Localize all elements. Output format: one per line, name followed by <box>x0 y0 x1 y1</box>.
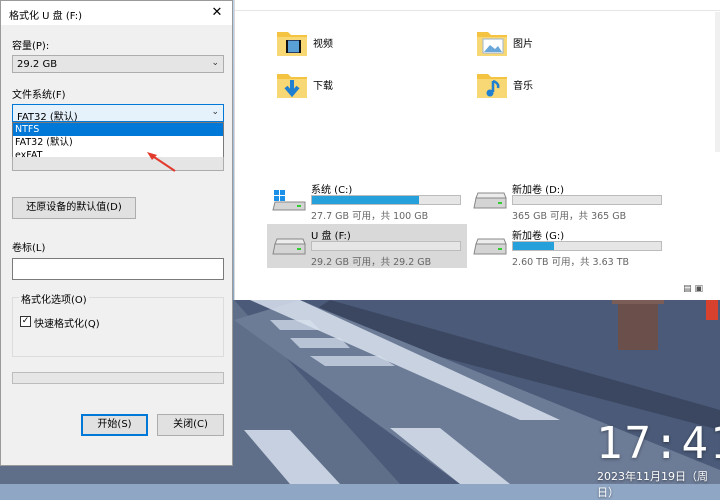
close-button[interactable]: 关闭(C) <box>157 414 224 436</box>
drive-name: U 盘 (F:) <box>311 231 351 242</box>
filesystem-option-ntfs[interactable]: NTFS <box>13 123 223 136</box>
desktop-clock-date: 2023年11月19日（周日） <box>597 470 708 499</box>
volume-label-input[interactable] <box>12 258 224 280</box>
drive-usage-fill <box>513 242 555 250</box>
dialog-titlebar[interactable]: 格式化 U 盘 (F:) ✕ <box>1 1 232 25</box>
restore-defaults-button[interactable]: 还原设备的默认值(D) <box>12 197 136 219</box>
hard-drive-icon <box>473 238 507 255</box>
capacity-value: 29.2 GB <box>17 59 58 70</box>
vertical-scrollbar[interactable] <box>715 12 720 152</box>
format-options-group: 格式化选项(O) ✓ 快速格式化(Q) <box>12 291 224 357</box>
start-button[interactable]: 开始(S) <box>81 414 148 436</box>
quick-format-checkbox[interactable]: ✓ <box>20 316 31 327</box>
close-icon[interactable]: ✕ <box>208 4 226 22</box>
drive-name: 系统 (C:) <box>311 185 353 196</box>
drive-space-text: 2.60 TB 可用，共 3.63 TB <box>512 257 630 268</box>
drive-usage-bar <box>512 195 662 205</box>
usb-drive-icon <box>272 238 306 255</box>
dialog-title: 格式化 U 盘 (F:) <box>9 11 83 22</box>
filesystem-value: FAT32 (默认) <box>17 112 78 123</box>
filesystem-option-fat32[interactable]: FAT32 (默认) <box>13 136 223 149</box>
drive-space-text: 27.7 GB 可用，共 100 GB <box>311 211 429 222</box>
filesystem-label: 文件系统(F) <box>12 90 66 101</box>
view-mode-toggle[interactable]: ▤ ▣ <box>683 284 703 294</box>
folder-name: 图片 <box>513 39 533 50</box>
drive-item-d[interactable]: 新加卷 (D:) 365 GB 可用，共 365 GB <box>468 178 668 222</box>
drive-usage-fill <box>312 196 419 204</box>
music-folder-icon <box>477 74 507 98</box>
format-dialog: 格式化 U 盘 (F:) ✕ 容量(P): 29.2 GB ⌄ 文件系统(F) … <box>0 0 233 466</box>
drive-item-g[interactable]: 新加卷 (G:) 2.60 TB 可用，共 3.63 TB <box>468 224 668 268</box>
folder-item-downloads[interactable]: 下载 <box>275 68 435 108</box>
folder-item-music[interactable]: 音乐 <box>475 68 635 108</box>
capacity-label: 容量(P): <box>12 41 50 52</box>
file-explorer-window: 视频 图片 下载 音乐 系统 (C:) 27.7 GB 可用，共 100 GB … <box>234 0 720 300</box>
allocation-unit-select[interactable] <box>12 157 224 171</box>
folder-name: 音乐 <box>513 81 533 92</box>
drive-space-text: 365 GB 可用，共 365 GB <box>512 211 627 222</box>
filesystem-select[interactable]: FAT32 (默认) ⌄ <box>12 104 224 123</box>
volume-label-label: 卷标(L) <box>12 243 46 254</box>
hard-drive-icon <box>473 192 507 209</box>
video-folder-icon <box>277 32 307 56</box>
drive-item-c[interactable]: 系统 (C:) 27.7 GB 可用，共 100 GB <box>267 178 467 222</box>
format-progress-bar <box>12 372 224 384</box>
details-view-icon[interactable]: ▤ <box>683 284 692 294</box>
drive-usage-bar <box>311 241 461 251</box>
folder-name: 下载 <box>313 81 333 92</box>
drive-usage-bar <box>311 195 461 205</box>
tiles-view-icon[interactable]: ▣ <box>694 284 703 294</box>
red-annotation-arrow <box>147 152 176 172</box>
folder-item-pictures[interactable]: 图片 <box>475 26 635 66</box>
drive-name: 新加卷 (G:) <box>512 231 565 242</box>
toolbar-divider <box>235 10 720 11</box>
drive-item-f[interactable]: U 盘 (F:) 29.2 GB 可用，共 29.2 GB <box>267 224 467 268</box>
format-options-title: 格式化选项(O) <box>19 291 89 306</box>
drive-space-text: 29.2 GB 可用，共 29.2 GB <box>311 257 432 268</box>
capacity-select[interactable]: 29.2 GB ⌄ <box>12 55 224 73</box>
folder-item-videos[interactable]: 视频 <box>275 26 435 66</box>
drive-name: 新加卷 (D:) <box>512 185 565 196</box>
downloads-folder-icon <box>277 74 307 98</box>
drive-usage-bar <box>512 241 662 251</box>
chevron-down-icon: ⌄ <box>211 58 219 68</box>
quick-format-label[interactable]: 快速格式化(Q) <box>34 315 100 330</box>
windows-drive-icon <box>272 190 306 211</box>
folder-name: 视频 <box>313 39 333 50</box>
desktop-clock-time: 17:41 <box>596 418 720 469</box>
pictures-folder-icon <box>477 32 507 56</box>
chevron-down-icon: ⌄ <box>211 107 219 117</box>
